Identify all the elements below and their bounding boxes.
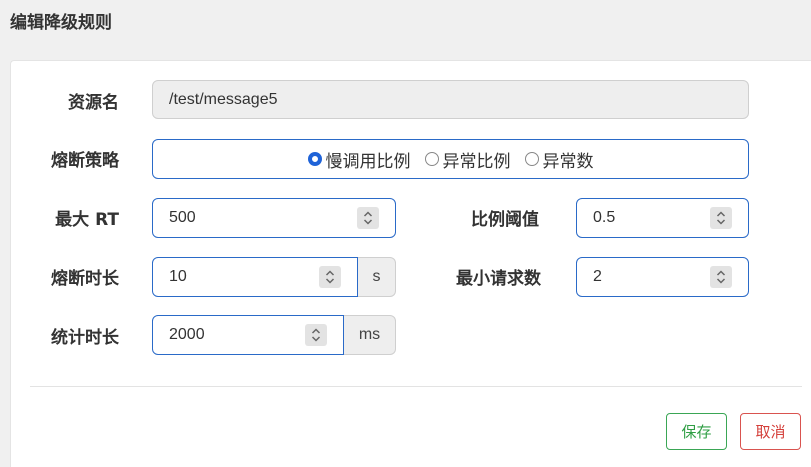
break-duration-unit: s [358,257,396,297]
radio-error-ratio-circle[interactable] [424,152,439,166]
break-duration-value: 10 [169,268,187,285]
ratio-threshold-input[interactable]: 0.5 [576,198,749,238]
min-requests-label: 最小请求数 [456,269,541,289]
break-duration-input[interactable]: 10 [152,257,358,297]
save-button[interactable]: 保存 [666,413,727,450]
max-rt-label: 最大 RT [55,210,119,230]
ratio-threshold-label: 比例阈值 [471,210,539,230]
stat-duration-spinner-icon[interactable] [305,324,327,346]
max-rt-value: 500 [169,209,196,226]
break-duration-label: 熔断时长 [51,269,119,289]
break-duration-spinner-icon[interactable] [319,266,341,288]
dialog-title: 编辑降级规则 [10,13,112,33]
resource-value: /test/message5 [169,90,278,108]
ratio-threshold-spinner-icon[interactable] [710,207,732,229]
radio-error-count-label: 异常数 [542,151,594,172]
stat-duration-value: 2000 [169,326,205,343]
radio-error-ratio[interactable]: 异常比例 [424,147,511,172]
radio-error-count[interactable]: 异常数 [524,147,594,172]
radio-slow-ratio[interactable]: 慢调用比例 [307,147,411,172]
max-rt-input[interactable]: 500 [152,198,396,238]
stat-duration-unit: ms [344,315,396,355]
radio-slow-ratio-label: 慢调用比例 [325,151,411,172]
stat-duration-input[interactable]: 2000 [152,315,344,355]
min-requests-spinner-icon[interactable] [710,266,732,288]
ratio-threshold-value: 0.5 [593,209,616,226]
resource-label: 资源名 [68,93,119,113]
strategy-label: 熔断策略 [51,151,119,171]
max-rt-spinner-icon[interactable] [357,207,379,229]
min-requests-input[interactable]: 2 [576,257,749,297]
strategy-radio-group: 慢调用比例 异常比例 异常数 [152,139,749,179]
min-requests-value: 2 [593,268,602,285]
resource-input[interactable]: /test/message5 [152,80,749,119]
form-divider [30,386,802,387]
cancel-button[interactable]: 取消 [740,413,801,450]
rule-form-panel: 资源名 /test/message5 熔断策略 慢调用比例 异常比例 异常数 最… [10,60,811,467]
radio-slow-ratio-circle[interactable] [307,152,322,166]
stat-duration-label: 统计时长 [51,328,119,348]
radio-error-count-circle[interactable] [524,152,539,166]
radio-error-ratio-label: 异常比例 [442,151,511,172]
